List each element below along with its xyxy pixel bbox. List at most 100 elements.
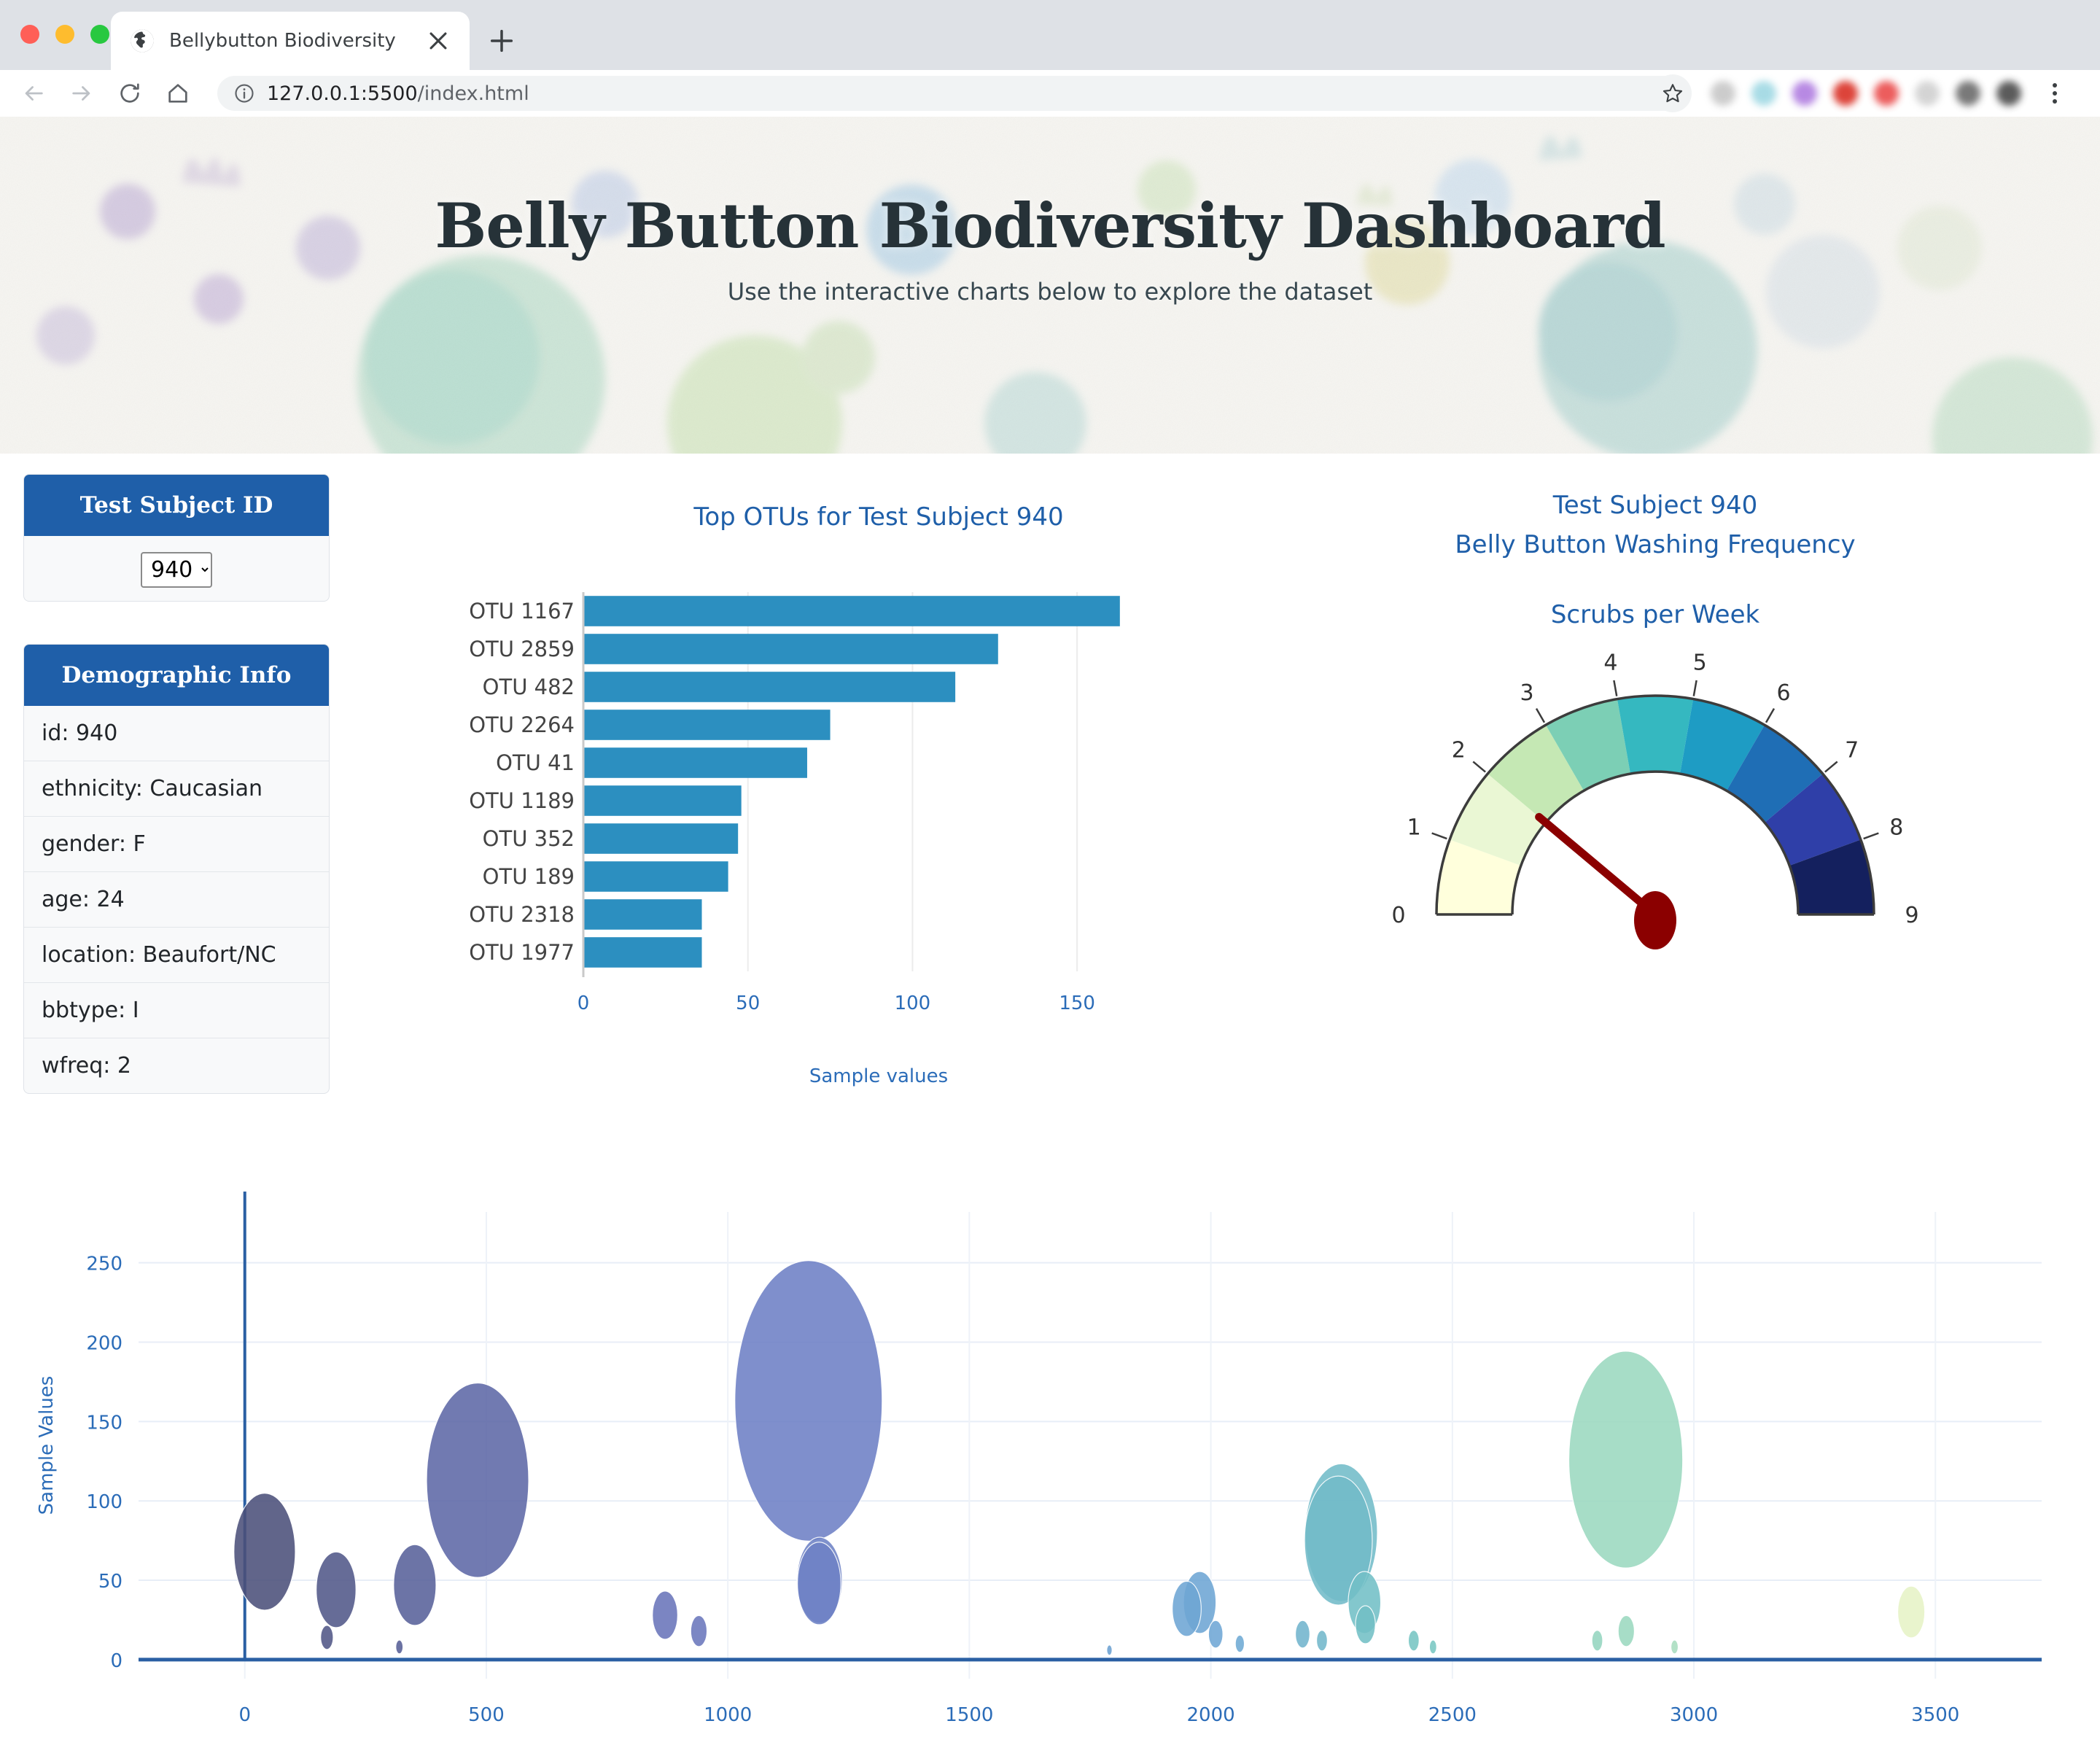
bubble-chart-point[interactable] [321, 1625, 333, 1650]
bubble-chart-point[interactable] [396, 1640, 403, 1654]
bar-chart-category-label: OTU 1167 [469, 599, 575, 623]
close-window-button[interactable] [20, 25, 39, 44]
bar-chart-bar[interactable] [583, 634, 998, 664]
close-x-icon[interactable] [426, 28, 451, 53]
bar-chart-category-label: OTU 1977 [469, 940, 575, 965]
gauge-tick-label: 0 [1391, 903, 1405, 928]
bar-chart-x-tick-label: 0 [578, 992, 590, 1014]
three-dot-menu-icon[interactable] [2040, 77, 2069, 109]
gauge-tick-mark [1694, 680, 1697, 696]
bubble-chart-point[interactable] [1671, 1640, 1679, 1654]
bubble-chart-point[interactable] [1317, 1631, 1328, 1651]
bubble-chart-point[interactable] [735, 1261, 882, 1542]
bubble-chart-point[interactable] [234, 1493, 295, 1610]
gauge-tick-label: 1 [1407, 815, 1421, 841]
info-circle-icon[interactable] [233, 82, 255, 104]
bar-chart-bar[interactable] [583, 899, 702, 930]
bubble-chart-point[interactable] [1172, 1581, 1202, 1636]
bar-chart-bar[interactable] [583, 823, 738, 854]
extension-icon[interactable] [1956, 81, 1980, 106]
extension-icon[interactable] [1874, 81, 1899, 106]
bar-chart-category-label: OTU 41 [496, 750, 575, 775]
demographic-row: bbtype: I [24, 983, 329, 1038]
dashboard-content: Test Subject ID 940 Demographic Info id:… [0, 454, 2100, 1764]
bubble-chart-y-tick-label: 150 [86, 1412, 122, 1434]
bubble-chart-point[interactable] [1107, 1645, 1112, 1655]
bubble-chart-x-tick-label: 3500 [1911, 1704, 1959, 1726]
reload-icon[interactable] [114, 77, 146, 109]
bubble-chart-point[interactable] [798, 1542, 841, 1625]
washing-frequency-gauge-chart[interactable]: Test Subject 940Belly Button Washing Fre… [1240, 468, 2071, 1124]
bar-chart-bar[interactable] [583, 861, 728, 892]
otu-bubble-chart[interactable]: 0501001502002500500100015002000250030003… [0, 1183, 2100, 1759]
bubble-chart-point[interactable] [1569, 1351, 1683, 1568]
bar-chart-bar[interactable] [583, 785, 742, 816]
bookmark-star-icon[interactable] [1654, 74, 1692, 112]
gauge-subtitle: Scrubs per Week [1551, 600, 1760, 629]
bar-chart-x-tick-label: 150 [1059, 992, 1095, 1014]
demographic-info-heading: Demographic Info [24, 645, 329, 706]
subject-id-select[interactable]: 940 [141, 552, 212, 588]
gauge-title-line2: Belly Button Washing Frequency [1455, 530, 1855, 559]
url-path: /index.html [418, 82, 529, 105]
minimize-window-button[interactable] [55, 25, 74, 44]
bubble-chart-x-tick-label: 1500 [945, 1704, 993, 1726]
extension-icon[interactable] [1833, 81, 1858, 106]
gauge-segment [1617, 696, 1693, 774]
gauge-needle-hub [1634, 891, 1676, 949]
back-arrow-icon[interactable] [18, 77, 50, 109]
bar-chart-bar[interactable] [583, 710, 831, 740]
new-tab-button[interactable] [487, 26, 516, 55]
demographic-info-list: id: 940 ethnicity: Caucasian gender: F a… [24, 706, 329, 1093]
bubble-chart-point[interactable] [394, 1545, 436, 1625]
tab-strip: Bellybutton Biodiversity [0, 0, 2100, 70]
globe-icon [130, 28, 155, 53]
extension-icon[interactable] [1792, 81, 1817, 106]
bubble-chart-point[interactable] [427, 1383, 529, 1578]
home-icon[interactable] [162, 77, 194, 109]
gauge-tick-label: 6 [1776, 680, 1790, 706]
browser-chrome: Bellybutton Biodiversity [0, 0, 2100, 117]
gauge-tick-mark [1614, 680, 1617, 696]
menu-dot [2053, 99, 2057, 104]
bubble-chart-y-tick-label: 200 [86, 1333, 122, 1355]
bubble-chart-point[interactable] [1618, 1615, 1634, 1646]
extension-icon[interactable] [1915, 81, 1940, 106]
bubble-chart-point[interactable] [691, 1615, 707, 1646]
bubble-chart-point[interactable] [1898, 1586, 1925, 1638]
bubble-chart-y-axis-title: Sample Values [36, 1376, 58, 1515]
bubble-chart-point[interactable] [1208, 1620, 1223, 1648]
bubble-chart-point[interactable] [1592, 1631, 1603, 1651]
bar-chart-x-tick-label: 50 [736, 992, 760, 1014]
forward-arrow-icon[interactable] [66, 77, 98, 109]
bar-chart-title: Top OTUs for Test Subject 940 [693, 502, 1063, 532]
gauge-tick-label: 5 [1693, 650, 1707, 675]
bar-chart-bar[interactable] [583, 672, 955, 702]
demographic-row: age: 24 [24, 872, 329, 928]
address-bar[interactable]: 127.0.0.1:5500/index.html [217, 76, 1683, 111]
top-otus-bar-chart[interactable]: Top OTUs for Test Subject 940 OTU 1167 OTU… [350, 468, 1210, 1124]
bubble-chart-point[interactable] [1235, 1635, 1244, 1652]
gauge-tick-label: 4 [1603, 650, 1617, 675]
gauge-tick-label: 7 [1845, 738, 1859, 764]
test-subject-panel-body: 940 [24, 536, 329, 601]
sidebar: Test Subject ID 940 Demographic Info id:… [23, 474, 330, 1136]
bubble-chart-point[interactable] [1356, 1606, 1375, 1644]
extension-icon[interactable] [1996, 81, 2021, 106]
bar-chart-bar[interactable] [583, 747, 807, 778]
maximize-window-button[interactable] [90, 25, 109, 44]
bubble-chart-point[interactable] [653, 1591, 678, 1639]
bar-chart-bar[interactable] [583, 937, 702, 968]
demographic-info-panel: Demographic Info id: 940 ethnicity: Cauc… [23, 644, 330, 1094]
bubble-chart-point[interactable] [1408, 1631, 1419, 1651]
bubble-chart-point[interactable] [316, 1552, 357, 1628]
extension-icon[interactable] [1751, 81, 1776, 106]
gauge-tick-mark [1536, 709, 1544, 723]
bubble-chart-point[interactable] [1296, 1620, 1310, 1648]
bubble-chart-point[interactable] [1429, 1640, 1436, 1654]
extension-icon[interactable] [1711, 81, 1735, 106]
bubble-chart-x-tick-label: 500 [468, 1704, 505, 1726]
browser-tab[interactable]: Bellybutton Biodiversity [111, 12, 470, 70]
bar-chart-bar[interactable] [583, 596, 1120, 626]
browser-toolbar: 127.0.0.1:5500/index.html [0, 70, 2100, 117]
